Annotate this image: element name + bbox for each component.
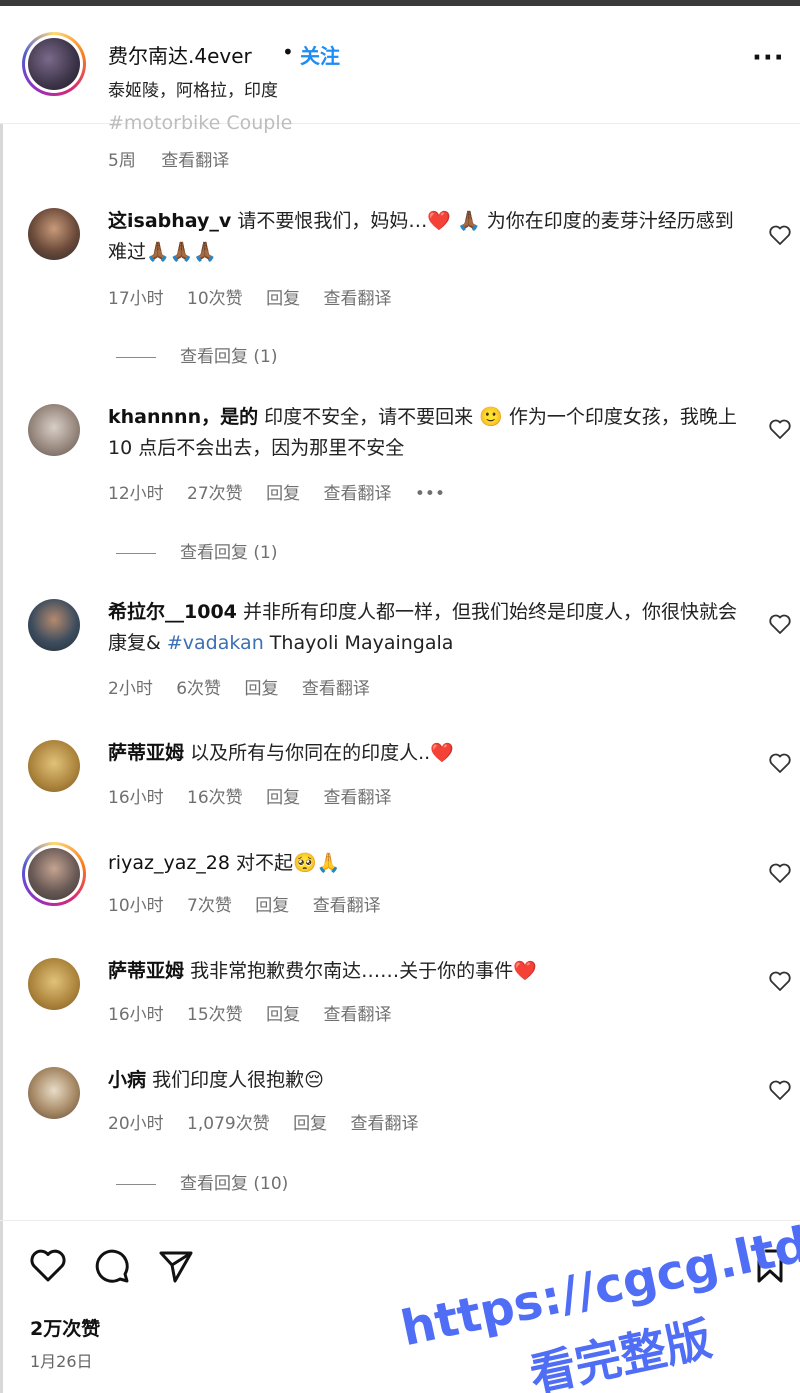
comment-meta: 20小时 1,079次赞 回复 查看翻译 (108, 1109, 437, 1134)
comment-body: riyaz_yaz_28 对不起🥺🙏 (108, 848, 748, 879)
comment-time: 17小时 (108, 289, 164, 309)
heart-icon[interactable] (768, 613, 792, 635)
comment-text: 对不起🥺🙏 (236, 852, 341, 874)
window-left-edge (0, 6, 3, 1393)
comment-username[interactable]: 这isabhay_v (108, 210, 231, 232)
comment-meta: 12小时 27次赞 回复 查看翻译 ••• (108, 479, 463, 504)
comment-time: 20小时 (108, 1114, 164, 1134)
translate-button[interactable]: 查看翻译 (351, 1114, 419, 1134)
avatar[interactable] (28, 1067, 80, 1119)
heart-icon[interactable] (768, 862, 792, 884)
translate-button[interactable]: 查看翻译 (302, 679, 370, 699)
comment-username[interactable]: khannnn，是的 (108, 406, 258, 428)
comment-likes[interactable]: 15次赞 (187, 1005, 243, 1025)
comment-time: 10小时 (108, 896, 164, 916)
comment-body: 希拉尔__1004 并非所有印度人都一样，但我们始终是印度人，你很快就会康复& … (108, 597, 748, 659)
reply-button[interactable]: 回复 (293, 1114, 327, 1134)
comment-body: 这isabhay_v 请不要恨我们，妈妈…❤️ 🙏🏾 为你在印度的麦芽汁经历感到… (108, 206, 748, 268)
comment-likes[interactable]: 6次赞 (176, 679, 221, 699)
translate-button[interactable]: 查看翻译 (324, 484, 392, 504)
caption-meta: 5周 查看翻译 (108, 146, 249, 171)
comment-meta: 16小时 16次赞 回复 查看翻译 (108, 783, 410, 808)
divider (0, 1220, 800, 1221)
header-username[interactable]: 费尔南达.4ever (108, 40, 252, 69)
comment-body: 小病 我们印度人很抱歉😔 (108, 1065, 748, 1096)
heart-icon[interactable] (768, 418, 792, 440)
comment-likes[interactable]: 10次赞 (187, 289, 243, 309)
view-replies-button[interactable]: 查看回复 (10) (116, 1169, 288, 1194)
post-header: 费尔南达.4ever • 关注 泰姬陵，阿格拉，印度 ··· (0, 6, 800, 124)
comment-meta: 17小时 10次赞 回复 查看翻译 (108, 284, 410, 309)
heart-icon[interactable] (28, 1246, 68, 1286)
avatar[interactable] (28, 404, 80, 456)
comment-text: 以及所有与你同在的印度人..❤️ (190, 742, 454, 764)
caption-hashtag[interactable]: #motorbike Couple (108, 112, 292, 134)
comment-likes[interactable]: 16次赞 (187, 788, 243, 808)
heart-icon[interactable] (768, 1079, 792, 1101)
reply-button[interactable]: 回复 (266, 1005, 300, 1025)
comment-meta: 16小时 15次赞 回复 查看翻译 (108, 1000, 410, 1025)
translate-button[interactable]: 查看翻译 (313, 896, 381, 916)
translate-button[interactable]: 查看翻译 (324, 289, 392, 309)
post-date: 1月26日 (30, 1352, 93, 1371)
comment-text: 我们印度人很抱歉😔 (152, 1069, 324, 1091)
comment-time: 12小时 (108, 484, 164, 504)
translate-button[interactable]: 查看翻译 (324, 1005, 392, 1025)
share-icon[interactable] (156, 1246, 196, 1286)
reply-button[interactable]: 回复 (266, 289, 300, 309)
comment-username[interactable]: 希拉尔__1004 (108, 601, 237, 623)
comment-time: 16小时 (108, 788, 164, 808)
comment-body: khannnn，是的 印度不安全，请不要回来 🙂 作为一个印度女孩，我晚上 10… (108, 402, 748, 464)
comment-body: 萨蒂亚姆 以及所有与你同在的印度人..❤️ (108, 738, 748, 769)
comment-likes[interactable]: 1,079次赞 (187, 1114, 270, 1134)
header-avatar[interactable] (22, 32, 86, 96)
translate-button[interactable]: 查看翻译 (324, 788, 392, 808)
avatar[interactable] (28, 958, 80, 1010)
view-replies-button[interactable]: 查看回复 (1) (116, 342, 277, 367)
heart-icon[interactable] (768, 752, 792, 774)
comment-username[interactable]: 小病 (108, 1069, 146, 1091)
header-dot: • (282, 40, 294, 64)
reply-button[interactable]: 回复 (255, 896, 289, 916)
comment-meta: 2小时 6次赞 回复 查看翻译 (108, 674, 388, 699)
reply-button[interactable]: 回复 (266, 788, 300, 808)
comment-icon[interactable] (92, 1246, 132, 1286)
comment-username[interactable]: riyaz_yaz_28 (108, 852, 230, 874)
follow-button[interactable]: 关注 (300, 40, 340, 69)
comment-username[interactable]: 萨蒂亚姆 (108, 960, 184, 982)
comment-username[interactable]: 萨蒂亚姆 (108, 742, 184, 764)
caption-translate[interactable]: 查看翻译 (161, 151, 229, 171)
reply-button[interactable]: 回复 (266, 484, 300, 504)
comment-time: 2小时 (108, 679, 153, 699)
avatar[interactable] (22, 842, 86, 906)
heart-icon[interactable] (768, 224, 792, 246)
comment-text-after: Thayoli Mayaingala (269, 632, 454, 654)
heart-icon[interactable] (768, 970, 792, 992)
post-likes[interactable]: 2万次赞 (30, 1314, 100, 1341)
comment-text: 我非常抱歉费尔南达……关于你的事件❤️ (190, 960, 537, 982)
comment-more-icon[interactable]: ••• (415, 484, 445, 504)
header-location[interactable]: 泰姬陵，阿格拉，印度 (108, 76, 278, 101)
view-replies-button[interactable]: 查看回复 (1) (116, 538, 277, 563)
comment-hashtag[interactable]: #vadakan (167, 632, 264, 654)
comment-likes[interactable]: 27次赞 (187, 484, 243, 504)
comment-meta: 10小时 7次赞 回复 查看翻译 (108, 891, 399, 916)
reply-button[interactable]: 回复 (244, 679, 278, 699)
avatar[interactable] (28, 599, 80, 651)
avatar[interactable] (28, 208, 80, 260)
caption-time: 5周 (108, 151, 136, 171)
comment-likes[interactable]: 7次赞 (187, 896, 232, 916)
comment-body: 萨蒂亚姆 我非常抱歉费尔南达……关于你的事件❤️ (108, 956, 748, 987)
avatar[interactable] (28, 740, 80, 792)
more-icon[interactable]: ··· (752, 45, 785, 71)
comment-time: 16小时 (108, 1005, 164, 1025)
